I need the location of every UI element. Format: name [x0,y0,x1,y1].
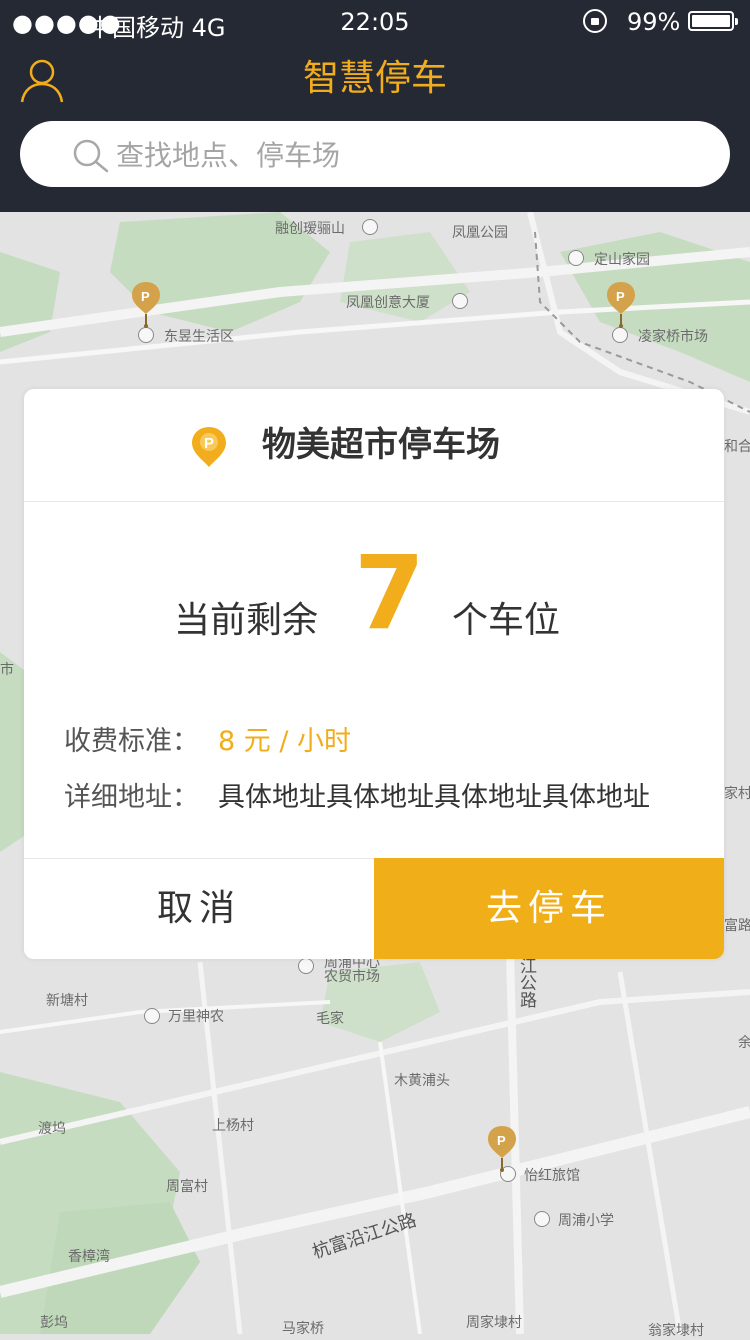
search-input[interactable] [114,121,708,189]
map-label: 凤凰创意大厦 [346,295,430,311]
parking-pin-icon[interactable]: P [486,1124,518,1172]
poi-icon [298,958,314,974]
map-label: 定山家园 [594,252,650,268]
map-label: 富路 [724,918,750,934]
map-label: 融创瑷骊山 [275,221,345,237]
remaining-spaces: 当前剩余 7 个车位 [24,529,724,649]
card-header: P 物美超市停车场 [24,389,724,502]
map-label: 余 [738,1035,750,1051]
search-icon [73,139,109,173]
map-label: 马家桥 [282,1321,324,1337]
map-label: 毛家 [316,1011,344,1027]
page-title: 智慧停车 [302,58,447,99]
map-label: 周家埭村 [466,1315,522,1331]
address-label: 详细地址： [64,782,199,813]
poi-icon [568,250,584,266]
map-label: 凌家桥市场 [638,329,708,345]
poi-icon [612,327,628,343]
map-label: 和合 [724,439,750,455]
nav-bar: 智慧停车 [0,44,750,212]
svg-text:P: P [616,289,625,304]
map-label: 江公路 [516,957,536,1008]
map-label: 彭坞 [40,1315,68,1331]
map-label: 香樟湾 [68,1249,110,1265]
map-label: 周富村 [166,1179,208,1195]
parking-pin-icon[interactable]: P [605,280,637,328]
fee-row: 收费标准： 8 元 / 小时 [64,719,351,758]
remaining-count: 7 [354,534,425,653]
battery-percent: 99% [627,8,681,36]
map-label: 周浦小学 [558,1213,614,1229]
svg-text:P: P [141,289,150,304]
map-label: 万里神农 [168,1009,224,1025]
map-label: 农贸市场 [324,969,380,985]
parking-pin-icon[interactable]: P [130,280,162,328]
map-label: 怡红旅馆 [524,1168,580,1184]
map-label: 凤凰公园 [452,225,508,241]
parking-lot-name: 物美超市停车场 [262,425,500,465]
map-label: 木黄浦头 [394,1073,450,1089]
address-value: 具体地址具体地址具体地址具体地址 [218,782,650,813]
status-bar: ●●●●● 中国移动 4G 22:05 99% [0,0,750,44]
fee-label: 收费标准： [64,726,199,757]
map-label: 翁家埭村 [648,1323,704,1339]
battery-icon [688,11,738,31]
map-label: 东昱生活区 [164,329,234,345]
poi-icon [144,1008,160,1024]
poi-icon [534,1211,550,1227]
map-label: 上杨村 [212,1118,254,1134]
map-label: 家村 [724,786,750,802]
remaining-prefix: 当前剩余 [174,600,319,641]
poi-icon [452,293,468,309]
map-label: 渡坞 [38,1121,66,1137]
poi-icon [362,219,378,235]
map-label: 新塘村 [46,993,88,1009]
remaining-suffix: 个车位 [452,600,561,641]
go-park-button[interactable]: 去停车 [374,858,724,959]
svg-text:P: P [497,1133,506,1148]
parking-info-card: P 物美超市停车场 当前剩余 7 个车位 收费标准： 8 元 / 小时 详细地址：… [24,389,724,959]
map-label: 市 [0,662,14,678]
cancel-button[interactable]: 取消 [24,858,374,959]
fee-value: 8 元 / 小时 [218,726,352,757]
parking-pin-icon: P [192,427,226,467]
search-bar[interactable] [20,121,730,189]
orientation-lock-icon [583,9,607,33]
svg-text:P: P [204,435,214,452]
poi-icon [138,327,154,343]
address-row: 详细地址： 具体地址具体地址具体地址具体地址 [64,775,650,814]
